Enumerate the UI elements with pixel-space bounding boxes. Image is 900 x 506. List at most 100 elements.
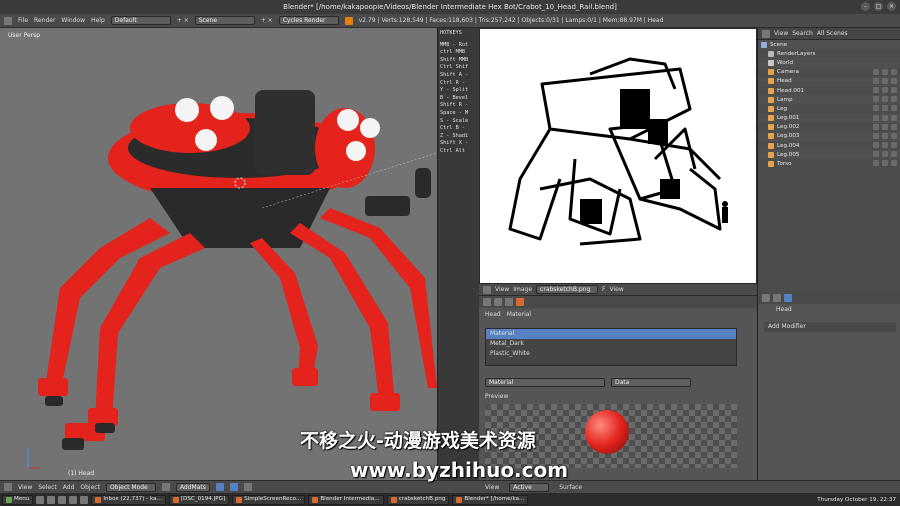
system-clock[interactable]: Thursday October 19, 22:37: [817, 497, 900, 503]
scene-selector[interactable]: Scene: [194, 16, 255, 25]
vp-select-menu[interactable]: Select: [38, 484, 57, 491]
robot-light-4: [337, 109, 359, 131]
image-editor[interactable]: [479, 28, 757, 284]
image-view-menu[interactable]: View: [495, 286, 509, 293]
hotkey-line: Space - M: [440, 109, 469, 116]
outliner-view-menu[interactable]: View: [774, 30, 788, 37]
shading-icon[interactable]: [161, 483, 170, 491]
footer-surface[interactable]: Surface: [559, 484, 582, 491]
properties-tab-icon[interactable]: [494, 298, 502, 306]
hotkey-line: Shift A -: [440, 71, 469, 78]
outliner-item[interactable]: RenderLayers: [758, 49, 900, 58]
material-slot[interactable]: Plastic_White: [486, 349, 736, 359]
pivot-selector[interactable]: AddMats: [175, 482, 210, 492]
render-engine-selector[interactable]: Cycles Render: [278, 16, 339, 25]
menu-file[interactable]: File: [18, 17, 28, 24]
outliner-search-menu[interactable]: Search: [792, 30, 813, 37]
editor-type-icon[interactable]: [762, 29, 770, 38]
footer-view[interactable]: View: [485, 484, 499, 491]
image-image-menu[interactable]: Image: [513, 286, 532, 293]
properties-tab-icon[interactable]: [773, 294, 781, 302]
layout-selector[interactable]: Default: [110, 16, 171, 25]
window-titlebar: Blender* [/home/kakapoopie/Videos/Blende…: [0, 0, 900, 14]
start-menu-button[interactable]: Menu: [2, 494, 34, 505]
close-button[interactable]: ×: [887, 2, 896, 11]
wrench-icon[interactable]: [784, 294, 792, 302]
outliner-display-mode[interactable]: All Scenes: [817, 30, 848, 37]
outliner-item[interactable]: Leg.002: [758, 123, 900, 132]
launcher-icon[interactable]: [47, 495, 56, 504]
menu-render[interactable]: Render: [34, 17, 55, 24]
hotkey-line: ctrl MMB: [440, 49, 465, 56]
outliner-item[interactable]: Lamp: [758, 95, 900, 105]
outliner-item[interactable]: Leg.004: [758, 141, 900, 150]
vp-view-menu[interactable]: View: [18, 484, 32, 491]
outliner-item[interactable]: Camera: [758, 68, 900, 77]
info-editor-icon[interactable]: [4, 16, 12, 25]
mode-selector[interactable]: Object Mode: [105, 482, 156, 492]
taskbar-window[interactable]: [DSC_0194.JPG]: [168, 494, 230, 505]
editor-type-icon[interactable]: [4, 483, 12, 491]
launcher-icon[interactable]: [69, 495, 78, 504]
taskbar-window[interactable]: Inbox (22,737) - ka...: [91, 494, 166, 505]
image-fake-user-toggle[interactable]: F: [602, 286, 605, 293]
taskbar-window[interactable]: Blender Intermedia...: [308, 494, 384, 505]
image-view-mode[interactable]: View: [610, 286, 624, 293]
launcher-icon[interactable]: [80, 495, 89, 504]
modifier-breadcrumb: Head: [776, 306, 792, 313]
taskbar-window[interactable]: SimpleScreenReco...: [232, 494, 306, 505]
outliner-item[interactable]: Leg.003: [758, 131, 900, 142]
taskbar-window[interactable]: Blender* [/home/ka...: [452, 494, 529, 505]
launcher-icon[interactable]: [58, 495, 67, 504]
add-scene-icon[interactable]: + ×: [261, 17, 273, 24]
outliner-item[interactable]: Head: [758, 76, 900, 86]
preview-panel-header[interactable]: Preview: [485, 393, 751, 400]
layer-icon[interactable]: [229, 483, 238, 491]
robot-light-1: [175, 98, 199, 122]
preview-sphere: [585, 410, 629, 454]
3d-viewport[interactable]: User Persp (1) Head: [0, 28, 437, 480]
menu-window[interactable]: Window: [61, 17, 85, 24]
robot-model[interactable]: [0, 28, 437, 480]
robot-detached-clamp: [365, 196, 410, 216]
vp-object-menu[interactable]: Object: [80, 484, 100, 491]
layer-icon[interactable]: [215, 483, 224, 491]
hotkey-line: Ctrl B -: [440, 125, 465, 132]
material-tab-icon[interactable]: [516, 298, 524, 306]
minimize-button[interactable]: –: [861, 2, 870, 11]
image-editor-header: View Image crabsketchB.png F View: [479, 284, 757, 296]
window-title: Blender* [/home/kakapoopie/Videos/Blende…: [283, 3, 617, 11]
properties-tab-icon[interactable]: [505, 298, 513, 306]
outliner-item[interactable]: Torso: [758, 159, 900, 168]
launcher-icon[interactable]: [36, 495, 45, 504]
properties-tab-icon[interactable]: [483, 298, 491, 306]
hotkey-line: S - Scale: [440, 117, 469, 124]
menu-help[interactable]: Help: [91, 17, 105, 24]
hotkey-line: Shift R -: [440, 102, 469, 109]
watermark-text: 不移之火-动漫游戏美术资源: [300, 430, 536, 452]
os-taskbar: Menu Inbox (22,737) - ka... [DSC_0194.JP…: [0, 493, 900, 506]
outliner-item[interactable]: Leg: [758, 104, 900, 113]
hotkeys-panel: HOTKEYS MMB - Rot ctrl MMB Shift MMB Ctr…: [437, 28, 479, 480]
layer-icon[interactable]: [243, 483, 252, 491]
maximize-button[interactable]: □: [874, 2, 883, 11]
editor-type-icon[interactable]: [483, 285, 491, 294]
robot-light-2: [210, 96, 234, 120]
add-layout-icon[interactable]: + ×: [177, 17, 189, 24]
material-slot[interactable]: Metal_Dark: [486, 339, 736, 349]
properties-tab-icon[interactable]: [762, 294, 770, 302]
outliner-item[interactable]: Leg.005: [758, 150, 900, 160]
vp-add-menu[interactable]: Add: [63, 484, 75, 491]
outliner-item[interactable]: Leg.001: [758, 113, 900, 123]
add-modifier-button[interactable]: Add Modifier: [764, 322, 896, 332]
breadcrumb-material: Material: [506, 310, 532, 318]
outliner-item[interactable]: Scene: [758, 40, 900, 50]
material-slot-selected[interactable]: Material: [486, 329, 736, 339]
material-link-selector[interactable]: Data: [611, 378, 691, 387]
outliner-item[interactable]: World: [758, 58, 900, 68]
footer-active[interactable]: Active: [509, 483, 550, 492]
image-name-field[interactable]: crabsketchB.png: [536, 285, 599, 294]
outliner-item[interactable]: Head.001: [758, 86, 900, 95]
taskbar-window[interactable]: crabsketchB.png: [386, 494, 450, 505]
material-name-field[interactable]: Material: [485, 378, 605, 387]
